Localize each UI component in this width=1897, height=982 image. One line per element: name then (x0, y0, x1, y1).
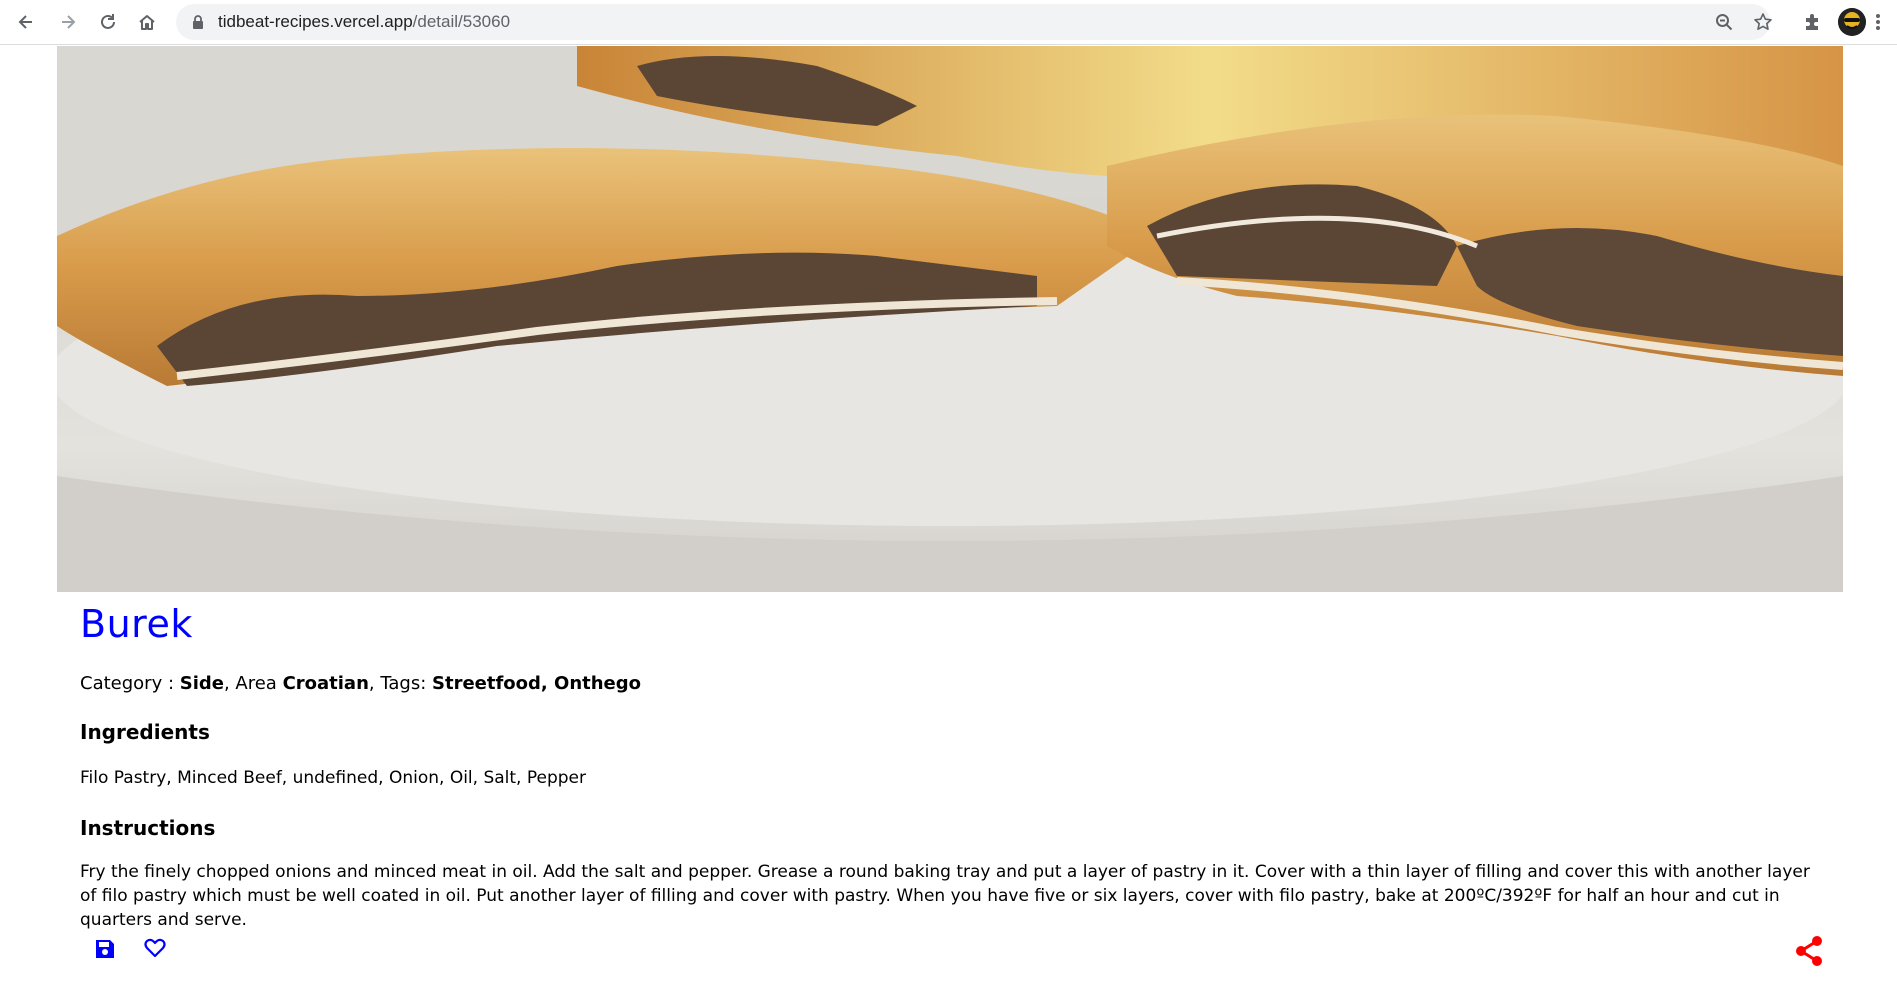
share-icon (1796, 936, 1822, 966)
instructions-heading: Instructions (80, 816, 216, 840)
lock-icon (192, 14, 204, 34)
recipe-content: Burek Category : Side, Area Croatian, Ta… (80, 592, 1840, 932)
save-button[interactable] (90, 934, 120, 964)
home-button[interactable] (131, 6, 163, 38)
address-bar[interactable]: tidbeat-recipes.vercel.app/detail/53060 (176, 4, 1772, 40)
ingredients-heading: Ingredients (80, 720, 210, 744)
reload-button[interactable] (92, 6, 124, 38)
url-host: tidbeat-recipes.vercel.app (218, 12, 413, 31)
back-button[interactable] (10, 6, 42, 38)
recipe-image (57, 46, 1843, 592)
ingredients-list: Filo Pastry, Minced Beef, undefined, Oni… (80, 768, 586, 788)
recipe-actions (0, 934, 1897, 978)
url-path: /detail/53060 (412, 12, 511, 31)
recipe-meta: Category : Side, Area Croatian, Tags: St… (80, 673, 1840, 694)
share-button[interactable] (1794, 934, 1824, 968)
save-icon (96, 940, 114, 958)
avatar[interactable] (1838, 8, 1866, 36)
forward-icon (62, 15, 76, 29)
heart-icon (144, 938, 166, 958)
url-text[interactable]: tidbeat-recipes.vercel.app/detail/53060 (218, 4, 510, 40)
favorite-button[interactable] (140, 933, 170, 963)
area-value: Croatian (282, 673, 369, 694)
category-label: Category : (80, 673, 180, 694)
forward-button[interactable] (52, 6, 84, 38)
back-icon (18, 15, 32, 29)
tags-value: Streetfood, Onthego (432, 673, 642, 694)
reload-icon (101, 14, 115, 29)
home-icon (139, 15, 155, 30)
extensions-icon[interactable] (1798, 8, 1826, 36)
menu-icon[interactable] (1868, 8, 1888, 36)
tags-label: , Tags: (368, 673, 432, 694)
recipe-title: Burek (80, 602, 193, 646)
instructions-text: Fry the finely chopped onions and minced… (80, 862, 1810, 930)
category-value: Side (179, 673, 224, 694)
area-label: , Area (223, 673, 283, 694)
browser-toolbar: tidbeat-recipes.vercel.app/detail/53060 (0, 0, 1897, 45)
zoom-icon[interactable] (1712, 10, 1736, 34)
star-icon[interactable] (1751, 10, 1775, 34)
